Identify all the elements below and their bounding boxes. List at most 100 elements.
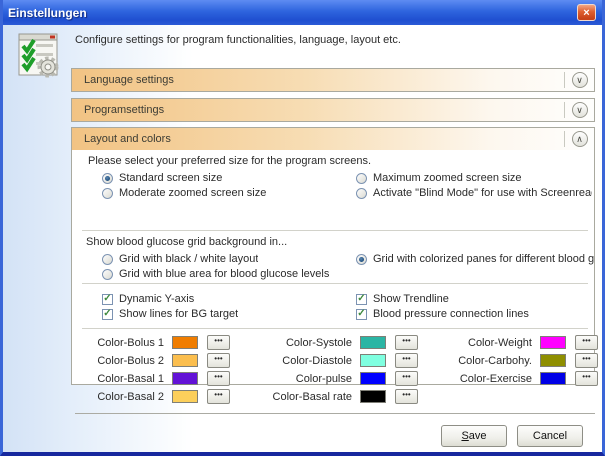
checkbox-icon[interactable]: ✓ (356, 309, 367, 320)
title-bar[interactable]: Einstellungen (0, 0, 605, 25)
color-swatch (360, 354, 386, 367)
color-row-carbohy: Color-Carbohy. ••• (452, 354, 598, 367)
dialog-description: Configure settings for program functiona… (75, 34, 401, 46)
ellipsis-icon: ••• (402, 391, 410, 399)
close-icon: × (583, 7, 589, 19)
color-swatch (540, 336, 566, 349)
checkboxes-right: ✓ Show Trendline ✓ Blood pressure connec… (356, 293, 592, 320)
ellipsis-icon: ••• (582, 337, 590, 345)
settings-dialog: Einstellungen × Configure settings for p… (0, 0, 605, 456)
panel-language-label: Language settings (72, 74, 564, 86)
checkbox-dynamic-y-axis[interactable]: ✓ Dynamic Y-axis (102, 293, 347, 305)
separator (82, 328, 588, 329)
color-swatch (172, 336, 198, 349)
color-swatch (540, 354, 566, 367)
color-column-3: Color-Weight ••• Color-Carbohy. ••• Colo… (452, 336, 598, 385)
color-picker-button[interactable]: ••• (207, 353, 230, 368)
chevron-down-icon: ∨ (576, 76, 583, 85)
radio-icon[interactable] (102, 269, 113, 280)
layout-panel-body: Please select your preferred size for th… (72, 150, 594, 384)
panel-layout-header[interactable]: Layout and colors ∧ (72, 128, 594, 150)
separator (82, 230, 588, 231)
ellipsis-icon: ••• (214, 391, 222, 399)
panel-language-disclosure-cell: ∨ (564, 72, 594, 88)
color-row-basal-2: Color-Basal 2 ••• (88, 390, 230, 403)
checkbox-show-lines-bg-target[interactable]: ✓ Show lines for BG target (102, 308, 347, 320)
settings-app-icon (14, 32, 62, 83)
radio-icon[interactable] (356, 254, 367, 265)
color-row-systole: Color-Systole ••• (272, 336, 418, 349)
color-picker-button[interactable]: ••• (207, 335, 230, 350)
panel-layout-disclosure-cell: ∧ (564, 131, 594, 147)
color-swatch (360, 372, 386, 385)
ellipsis-icon: ••• (214, 355, 222, 363)
color-picker-button[interactable]: ••• (395, 389, 418, 404)
radio-activate-blind-mode[interactable]: Activate "Blind Mode" for use with Scree… (356, 187, 592, 199)
panel-language-settings: Language settings ∨ (71, 68, 595, 92)
radio-grid-blue-area[interactable]: Grid with blue area for blood glucose le… (102, 268, 347, 280)
panel-language-header[interactable]: Language settings ∨ (72, 69, 594, 91)
checkbox-show-trendline[interactable]: ✓ Show Trendline (356, 293, 592, 305)
color-swatch (172, 390, 198, 403)
color-picker-button[interactable]: ••• (207, 371, 230, 386)
color-picker-button[interactable]: ••• (395, 353, 418, 368)
radio-moderate-zoomed-screen-size[interactable]: Moderate zoomed screen size (102, 187, 347, 199)
ellipsis-icon: ••• (402, 373, 410, 381)
radio-grid-black-white[interactable]: Grid with black / white layout (102, 253, 347, 265)
expand-button[interactable]: ∨ (572, 72, 588, 88)
grid-options-left: Grid with black / white layout Grid with… (102, 253, 347, 280)
radio-maximum-zoomed-screen-size[interactable]: Maximum zoomed screen size (356, 172, 592, 184)
radio-icon[interactable] (102, 173, 113, 184)
color-row-bolus-2: Color-Bolus 2 ••• (88, 354, 230, 367)
footer-separator (75, 413, 595, 414)
checklist-gear-icon (14, 32, 62, 80)
expand-button[interactable]: ∨ (572, 102, 588, 118)
color-column-1: Color-Bolus 1 ••• Color-Bolus 2 ••• Colo… (88, 336, 230, 403)
panel-layout-label: Layout and colors (72, 133, 564, 145)
size-prompt: Please select your preferred size for th… (88, 155, 371, 167)
ellipsis-icon: ••• (402, 355, 410, 363)
grid-prompt: Show blood glucose grid background in... (86, 236, 287, 248)
size-options-right: Maximum zoomed screen size Activate "Bli… (356, 172, 592, 199)
radio-icon[interactable] (102, 188, 113, 199)
check-icon: ✓ (103, 309, 111, 319)
checkbox-blood-pressure-connection-lines[interactable]: ✓ Blood pressure connection lines (356, 308, 592, 320)
checkbox-icon[interactable]: ✓ (356, 294, 367, 305)
color-row-diastole: Color-Diastole ••• (272, 354, 418, 367)
window-title: Einstellungen (8, 6, 87, 20)
radio-icon[interactable] (356, 173, 367, 184)
chevron-up-icon: ∧ (576, 135, 583, 144)
panel-program-header[interactable]: Programsettings ∨ (72, 99, 594, 121)
collapse-button[interactable]: ∧ (572, 131, 588, 147)
color-picker-button[interactable]: ••• (575, 371, 598, 386)
checkbox-icon[interactable]: ✓ (102, 294, 113, 305)
color-row-pulse: Color-pulse ••• (272, 372, 418, 385)
color-swatch (172, 372, 198, 385)
color-picker-button[interactable]: ••• (575, 353, 598, 368)
chevron-down-icon: ∨ (576, 106, 583, 115)
color-swatch (360, 390, 386, 403)
close-button[interactable]: × (577, 4, 596, 21)
ellipsis-icon: ••• (582, 373, 590, 381)
checkboxes-left: ✓ Dynamic Y-axis ✓ Show lines for BG tar… (102, 293, 347, 320)
ellipsis-icon: ••• (582, 355, 590, 363)
grid-options-right: Grid with colorized panes for different … (356, 253, 594, 265)
ellipsis-icon: ••• (402, 337, 410, 345)
color-swatch (540, 372, 566, 385)
color-picker-button[interactable]: ••• (395, 371, 418, 386)
ellipsis-icon: ••• (214, 373, 222, 381)
color-row-basal-1: Color-Basal 1 ••• (88, 372, 230, 385)
radio-grid-colorized-panes[interactable]: Grid with colorized panes for different … (356, 253, 594, 265)
color-swatch (360, 336, 386, 349)
radio-standard-screen-size[interactable]: Standard screen size (102, 172, 347, 184)
color-swatch (172, 354, 198, 367)
color-picker-button[interactable]: ••• (207, 389, 230, 404)
cancel-button[interactable]: Cancel (517, 425, 583, 447)
color-picker-button[interactable]: ••• (575, 335, 598, 350)
save-button[interactable]: Save (441, 425, 507, 447)
checkbox-icon[interactable]: ✓ (102, 309, 113, 320)
color-picker-button[interactable]: ••• (395, 335, 418, 350)
color-row-basal-rate: Color-Basal rate ••• (272, 390, 418, 403)
radio-icon[interactable] (356, 188, 367, 199)
radio-icon[interactable] (102, 254, 113, 265)
